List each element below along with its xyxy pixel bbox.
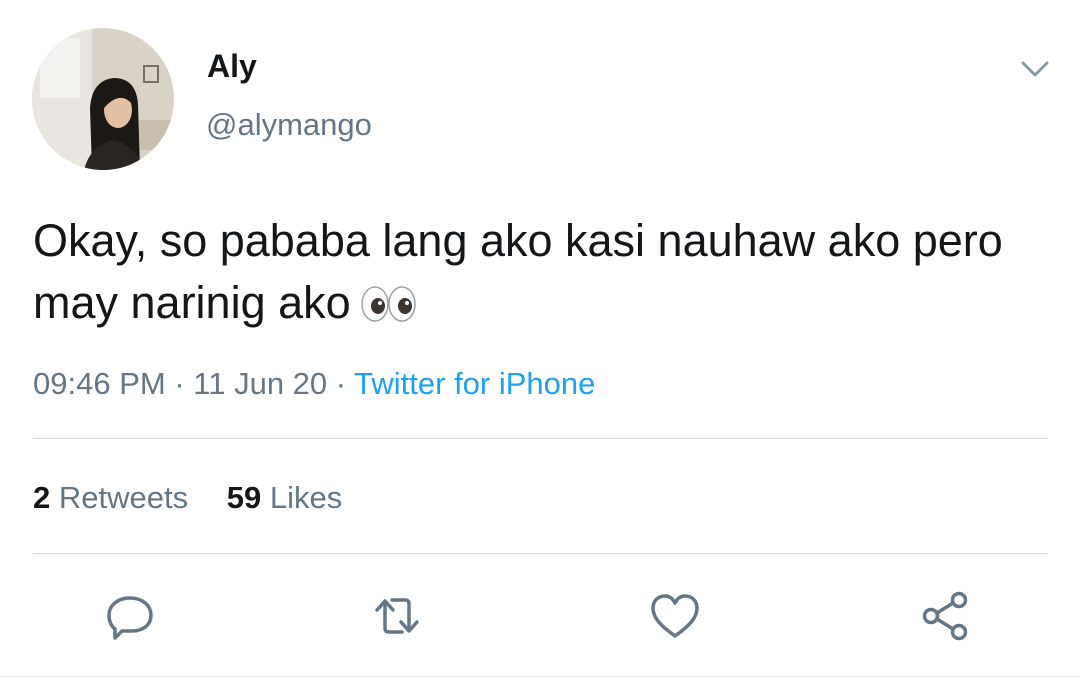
heart-icon[interactable] xyxy=(647,588,703,644)
share-icon[interactable] xyxy=(917,588,973,644)
reply-icon[interactable] xyxy=(102,588,158,644)
retweets-stat[interactable]: 2 Retweets xyxy=(33,480,197,515)
tweet-detail: Aly @alymango Okay, so pababa lang ako k… xyxy=(0,0,1080,694)
divider xyxy=(33,553,1048,554)
tweet-time: 09:46 PM xyxy=(33,366,166,401)
tweet-source-link[interactable]: Twitter for iPhone xyxy=(354,366,595,401)
divider xyxy=(33,438,1048,439)
retweet-icon[interactable] xyxy=(369,588,425,644)
tweet-body: Okay, so pababa lang ako kasi nauhaw ako… xyxy=(33,215,1003,328)
tweet-meta: 09:46 PM · 11 Jun 20 · Twitter for iPhon… xyxy=(33,362,595,406)
likes-label: Likes xyxy=(269,480,343,515)
meta-separator: · xyxy=(335,366,347,401)
tweet-text: Okay, so pababa lang ako kasi nauhaw ako… xyxy=(33,210,1043,334)
display-name[interactable]: Aly xyxy=(207,46,257,86)
eyes-emoji-icon xyxy=(359,278,419,322)
user-handle[interactable]: @alymango xyxy=(206,105,372,145)
likes-count: 59 xyxy=(226,480,262,515)
tweet-date: 11 Jun 20 xyxy=(193,366,328,401)
divider xyxy=(0,676,1080,677)
avatar[interactable] xyxy=(32,28,174,170)
retweets-label: Retweets xyxy=(58,480,189,515)
likes-stat[interactable]: 59 Likes xyxy=(227,480,342,515)
meta-separator: · xyxy=(174,366,185,401)
retweets-count: 2 xyxy=(33,480,51,515)
chevron-down-icon[interactable] xyxy=(1018,52,1052,86)
tweet-stats: 2 Retweets 59 Likes xyxy=(33,476,372,520)
